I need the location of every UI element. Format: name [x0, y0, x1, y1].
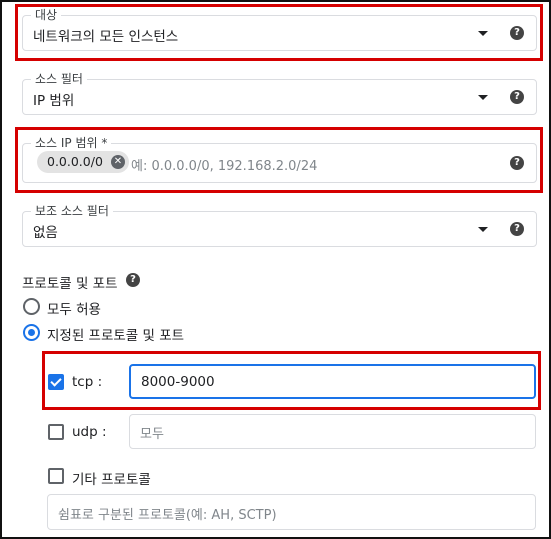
other-protocols-label: 기타 프로토콜	[72, 472, 151, 488]
firewall-rule-form: 대상 네트워크의 모든 인스턴스 ? 소스 필터 IP 범위 ? 소스 IP 범…	[0, 0, 551, 539]
secondary-source-filter-select[interactable]: 보조 소스 필터 없음 ?	[22, 203, 537, 247]
source-filter-select[interactable]: 소스 필터 IP 범위 ?	[22, 71, 537, 115]
source-filter-value: IP 범위	[33, 93, 75, 109]
protocols-title: 프로토콜 및 포트	[22, 276, 118, 292]
specified-protocols-label: 지정된 프로토콜 및 포트	[47, 328, 185, 344]
udp-label: udp :	[72, 424, 107, 440]
source-filter-label: 소스 필터	[31, 71, 87, 87]
secondary-source-filter-value: 없음	[33, 225, 58, 241]
allow-all-label: 모두 허용	[47, 302, 101, 318]
secondary-source-filter-label: 보조 소스 필터	[31, 203, 113, 219]
specified-protocols-radio[interactable]	[23, 324, 40, 341]
highlight-target	[15, 4, 543, 61]
udp-ports-input[interactable]: 모두	[129, 414, 536, 449]
help-icon[interactable]: ?	[510, 90, 524, 104]
highlight-tcp	[42, 351, 541, 410]
other-protocols-input[interactable]: 쉼표로 구분된 프로토콜(예: AH, SCTP)	[47, 494, 536, 530]
highlight-source-ip	[15, 127, 543, 193]
help-icon[interactable]: ?	[126, 273, 140, 287]
allow-all-radio[interactable]	[23, 298, 40, 315]
chevron-down-icon	[478, 227, 488, 232]
help-icon[interactable]: ?	[510, 222, 524, 236]
udp-ports-placeholder: 모두	[140, 427, 164, 442]
other-protocols-checkbox[interactable]	[48, 468, 64, 484]
other-protocols-placeholder: 쉼표로 구분된 프로토콜(예: AH, SCTP)	[58, 508, 277, 523]
chevron-down-icon	[478, 95, 488, 100]
udp-checkbox[interactable]	[48, 424, 64, 440]
